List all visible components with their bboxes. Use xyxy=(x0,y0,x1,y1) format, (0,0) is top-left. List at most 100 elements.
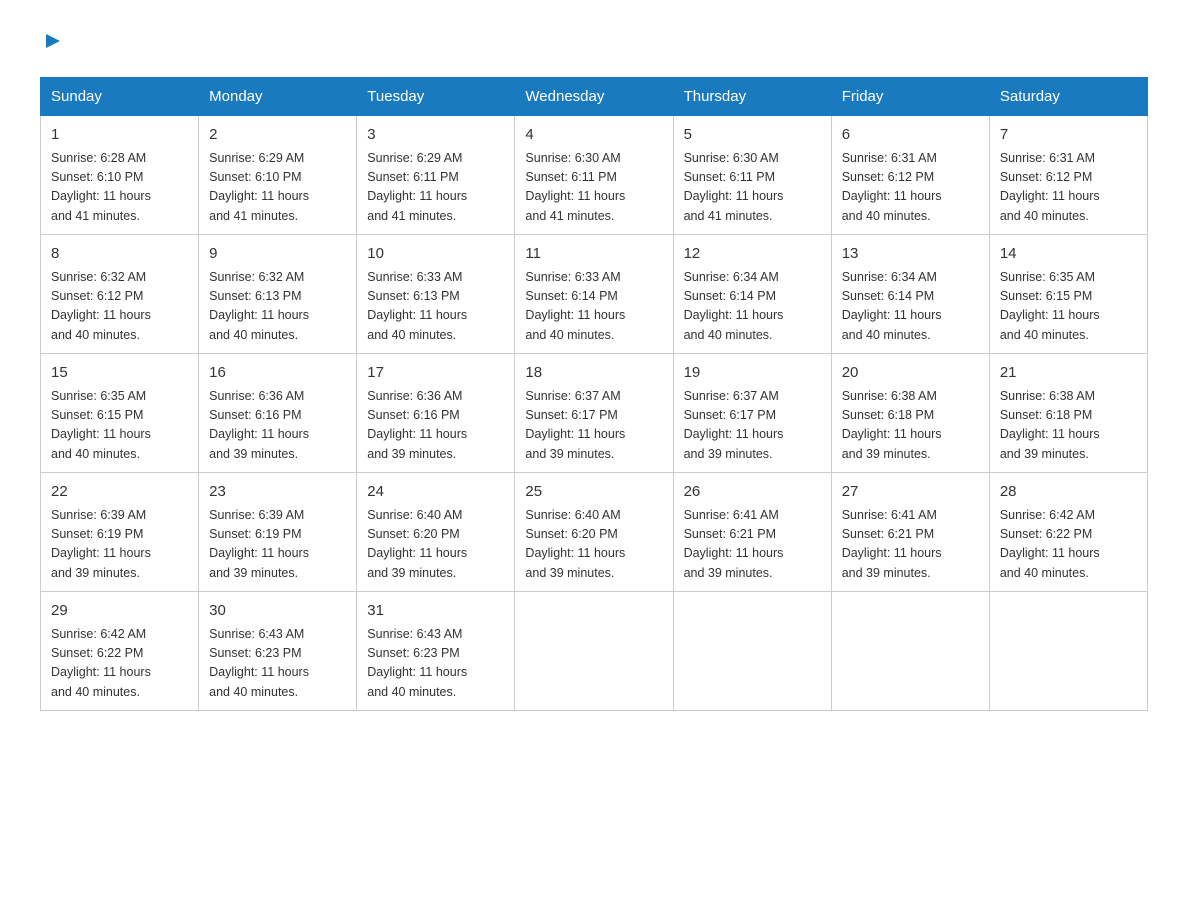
day-number: 28 xyxy=(1000,481,1137,504)
calendar-week-3: 15Sunrise: 6:35 AMSunset: 6:15 PMDayligh… xyxy=(41,354,1148,473)
day-number: 26 xyxy=(684,481,821,504)
calendar-cell: 25Sunrise: 6:40 AMSunset: 6:20 PMDayligh… xyxy=(515,473,673,592)
day-info: Sunrise: 6:40 AMSunset: 6:20 PMDaylight:… xyxy=(525,506,662,584)
calendar-cell: 5Sunrise: 6:30 AMSunset: 6:11 PMDaylight… xyxy=(673,116,831,235)
calendar-cell: 2Sunrise: 6:29 AMSunset: 6:10 PMDaylight… xyxy=(199,116,357,235)
day-number: 8 xyxy=(51,243,188,266)
day-info: Sunrise: 6:36 AMSunset: 6:16 PMDaylight:… xyxy=(367,387,504,465)
day-number: 17 xyxy=(367,362,504,385)
calendar-cell: 14Sunrise: 6:35 AMSunset: 6:15 PMDayligh… xyxy=(989,235,1147,354)
day-info: Sunrise: 6:36 AMSunset: 6:16 PMDaylight:… xyxy=(209,387,346,465)
day-number: 31 xyxy=(367,600,504,623)
calendar-cell xyxy=(673,592,831,711)
calendar-cell: 21Sunrise: 6:38 AMSunset: 6:18 PMDayligh… xyxy=(989,354,1147,473)
calendar-cell: 30Sunrise: 6:43 AMSunset: 6:23 PMDayligh… xyxy=(199,592,357,711)
day-info: Sunrise: 6:42 AMSunset: 6:22 PMDaylight:… xyxy=(51,625,188,703)
day-number: 21 xyxy=(1000,362,1137,385)
day-info: Sunrise: 6:41 AMSunset: 6:21 PMDaylight:… xyxy=(842,506,979,584)
day-number: 20 xyxy=(842,362,979,385)
day-number: 4 xyxy=(525,124,662,147)
day-number: 7 xyxy=(1000,124,1137,147)
logo-triangle-icon xyxy=(42,30,64,52)
day-number: 23 xyxy=(209,481,346,504)
day-number: 25 xyxy=(525,481,662,504)
calendar-cell: 29Sunrise: 6:42 AMSunset: 6:22 PMDayligh… xyxy=(41,592,199,711)
day-number: 10 xyxy=(367,243,504,266)
day-info: Sunrise: 6:40 AMSunset: 6:20 PMDaylight:… xyxy=(367,506,504,584)
day-info: Sunrise: 6:42 AMSunset: 6:22 PMDaylight:… xyxy=(1000,506,1137,584)
calendar-body: 1Sunrise: 6:28 AMSunset: 6:10 PMDaylight… xyxy=(41,116,1148,711)
day-number: 3 xyxy=(367,124,504,147)
calendar-cell: 1Sunrise: 6:28 AMSunset: 6:10 PMDaylight… xyxy=(41,116,199,235)
day-info: Sunrise: 6:33 AMSunset: 6:14 PMDaylight:… xyxy=(525,268,662,346)
top-section xyxy=(40,30,1148,57)
calendar-cell: 24Sunrise: 6:40 AMSunset: 6:20 PMDayligh… xyxy=(357,473,515,592)
calendar-week-2: 8Sunrise: 6:32 AMSunset: 6:12 PMDaylight… xyxy=(41,235,1148,354)
day-info: Sunrise: 6:31 AMSunset: 6:12 PMDaylight:… xyxy=(1000,149,1137,227)
calendar-cell: 9Sunrise: 6:32 AMSunset: 6:13 PMDaylight… xyxy=(199,235,357,354)
header-monday: Monday xyxy=(199,78,357,116)
calendar-cell: 12Sunrise: 6:34 AMSunset: 6:14 PMDayligh… xyxy=(673,235,831,354)
calendar-cell: 11Sunrise: 6:33 AMSunset: 6:14 PMDayligh… xyxy=(515,235,673,354)
day-number: 14 xyxy=(1000,243,1137,266)
day-number: 29 xyxy=(51,600,188,623)
day-info: Sunrise: 6:30 AMSunset: 6:11 PMDaylight:… xyxy=(684,149,821,227)
header-friday: Friday xyxy=(831,78,989,116)
calendar-cell: 8Sunrise: 6:32 AMSunset: 6:12 PMDaylight… xyxy=(41,235,199,354)
header-thursday: Thursday xyxy=(673,78,831,116)
day-number: 2 xyxy=(209,124,346,147)
day-info: Sunrise: 6:34 AMSunset: 6:14 PMDaylight:… xyxy=(684,268,821,346)
day-number: 13 xyxy=(842,243,979,266)
day-info: Sunrise: 6:34 AMSunset: 6:14 PMDaylight:… xyxy=(842,268,979,346)
calendar-cell: 10Sunrise: 6:33 AMSunset: 6:13 PMDayligh… xyxy=(357,235,515,354)
calendar-cell: 26Sunrise: 6:41 AMSunset: 6:21 PMDayligh… xyxy=(673,473,831,592)
day-info: Sunrise: 6:35 AMSunset: 6:15 PMDaylight:… xyxy=(1000,268,1137,346)
day-info: Sunrise: 6:35 AMSunset: 6:15 PMDaylight:… xyxy=(51,387,188,465)
calendar-cell: 18Sunrise: 6:37 AMSunset: 6:17 PMDayligh… xyxy=(515,354,673,473)
calendar-cell: 15Sunrise: 6:35 AMSunset: 6:15 PMDayligh… xyxy=(41,354,199,473)
day-info: Sunrise: 6:32 AMSunset: 6:13 PMDaylight:… xyxy=(209,268,346,346)
calendar-cell: 28Sunrise: 6:42 AMSunset: 6:22 PMDayligh… xyxy=(989,473,1147,592)
calendar-cell: 27Sunrise: 6:41 AMSunset: 6:21 PMDayligh… xyxy=(831,473,989,592)
day-number: 18 xyxy=(525,362,662,385)
day-info: Sunrise: 6:37 AMSunset: 6:17 PMDaylight:… xyxy=(684,387,821,465)
calendar-week-5: 29Sunrise: 6:42 AMSunset: 6:22 PMDayligh… xyxy=(41,592,1148,711)
calendar-cell: 6Sunrise: 6:31 AMSunset: 6:12 PMDaylight… xyxy=(831,116,989,235)
calendar-cell: 22Sunrise: 6:39 AMSunset: 6:19 PMDayligh… xyxy=(41,473,199,592)
day-info: Sunrise: 6:39 AMSunset: 6:19 PMDaylight:… xyxy=(51,506,188,584)
calendar-cell: 19Sunrise: 6:37 AMSunset: 6:17 PMDayligh… xyxy=(673,354,831,473)
day-number: 11 xyxy=(525,243,662,266)
day-number: 12 xyxy=(684,243,821,266)
day-info: Sunrise: 6:30 AMSunset: 6:11 PMDaylight:… xyxy=(525,149,662,227)
day-info: Sunrise: 6:33 AMSunset: 6:13 PMDaylight:… xyxy=(367,268,504,346)
calendar-cell xyxy=(989,592,1147,711)
day-number: 30 xyxy=(209,600,346,623)
day-info: Sunrise: 6:43 AMSunset: 6:23 PMDaylight:… xyxy=(209,625,346,703)
day-info: Sunrise: 6:31 AMSunset: 6:12 PMDaylight:… xyxy=(842,149,979,227)
calendar-cell: 20Sunrise: 6:38 AMSunset: 6:18 PMDayligh… xyxy=(831,354,989,473)
calendar-cell: 4Sunrise: 6:30 AMSunset: 6:11 PMDaylight… xyxy=(515,116,673,235)
day-info: Sunrise: 6:38 AMSunset: 6:18 PMDaylight:… xyxy=(842,387,979,465)
logo xyxy=(40,30,64,57)
day-number: 5 xyxy=(684,124,821,147)
day-number: 24 xyxy=(367,481,504,504)
day-number: 6 xyxy=(842,124,979,147)
day-number: 27 xyxy=(842,481,979,504)
day-number: 1 xyxy=(51,124,188,147)
day-number: 15 xyxy=(51,362,188,385)
header-sunday: Sunday xyxy=(41,78,199,116)
calendar-cell: 16Sunrise: 6:36 AMSunset: 6:16 PMDayligh… xyxy=(199,354,357,473)
header-saturday: Saturday xyxy=(989,78,1147,116)
calendar-cell xyxy=(831,592,989,711)
day-number: 16 xyxy=(209,362,346,385)
calendar-cell: 3Sunrise: 6:29 AMSunset: 6:11 PMDaylight… xyxy=(357,116,515,235)
day-number: 19 xyxy=(684,362,821,385)
header-tuesday: Tuesday xyxy=(357,78,515,116)
day-info: Sunrise: 6:28 AMSunset: 6:10 PMDaylight:… xyxy=(51,149,188,227)
calendar-cell: 23Sunrise: 6:39 AMSunset: 6:19 PMDayligh… xyxy=(199,473,357,592)
calendar-cell: 17Sunrise: 6:36 AMSunset: 6:16 PMDayligh… xyxy=(357,354,515,473)
day-info: Sunrise: 6:29 AMSunset: 6:10 PMDaylight:… xyxy=(209,149,346,227)
day-info: Sunrise: 6:32 AMSunset: 6:12 PMDaylight:… xyxy=(51,268,188,346)
calendar-cell: 7Sunrise: 6:31 AMSunset: 6:12 PMDaylight… xyxy=(989,116,1147,235)
day-info: Sunrise: 6:29 AMSunset: 6:11 PMDaylight:… xyxy=(367,149,504,227)
